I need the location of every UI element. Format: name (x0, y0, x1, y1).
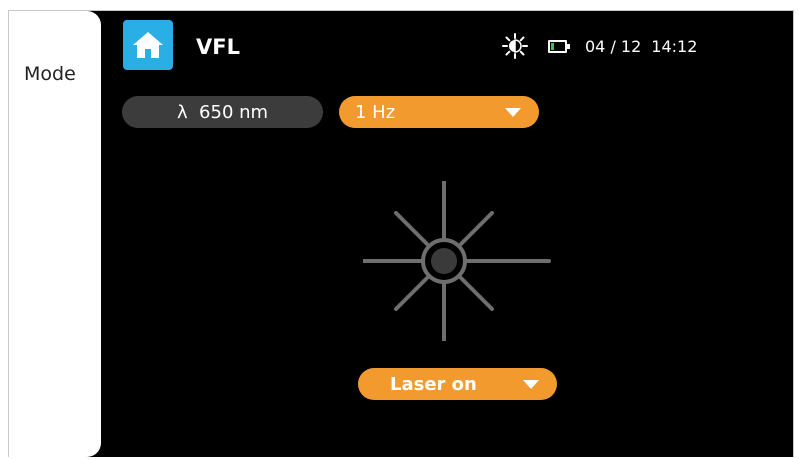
status-date: 04 / 12 (585, 36, 642, 56)
battery-level (551, 42, 554, 50)
status-time: 14:12 (651, 36, 698, 56)
chevron-down-icon (505, 108, 521, 117)
home-icon (133, 32, 163, 58)
chevron-down-icon (523, 380, 539, 389)
laser-emitter-icon (363, 181, 551, 341)
wavelength-display: λ 650 nm (122, 96, 323, 128)
status-bar: 04 / 12 14:12 (502, 33, 697, 59)
home-button[interactable] (123, 20, 173, 70)
frequency-value: 1 Hz (355, 101, 396, 123)
wavelength-value: λ 650 nm (176, 101, 269, 123)
brightness-icon (502, 33, 528, 59)
mode-panel[interactable]: Mode (9, 11, 101, 457)
page-title: VFL (196, 35, 240, 59)
device-screen: Mode VFL 04 / 12 14:12 λ 650 nm 1 Hz Las… (8, 10, 794, 457)
laser-value: Laser on (390, 373, 477, 395)
mode-label: Mode (24, 63, 76, 85)
laser-select[interactable]: Laser on (358, 368, 557, 400)
frequency-select[interactable]: 1 Hz (339, 96, 539, 128)
battery-icon (548, 39, 570, 53)
